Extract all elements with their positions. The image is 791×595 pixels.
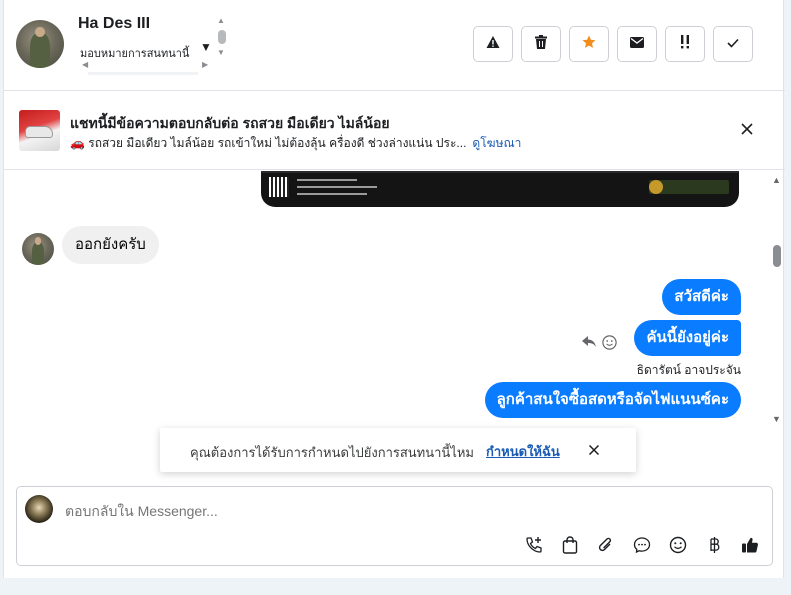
thumbs-up-icon[interactable] bbox=[738, 533, 762, 557]
sender-avatar[interactable] bbox=[22, 233, 54, 265]
chat-bubble-icon[interactable] bbox=[630, 533, 654, 557]
scroll-right-icon[interactable]: ▶ bbox=[202, 60, 208, 69]
emoji-icon[interactable] bbox=[666, 533, 690, 557]
close-icon[interactable] bbox=[588, 443, 602, 457]
mini-scrollbar-thumb[interactable] bbox=[218, 30, 226, 44]
react-emoji-icon[interactable] bbox=[602, 335, 617, 355]
thread-scroll-down-icon[interactable]: ▼ bbox=[772, 414, 781, 424]
message-composer bbox=[16, 486, 773, 566]
ad-reply-banner: แชทนี้มีข้อความตอบกลับต่อ รถสวย มือเดียว… bbox=[4, 92, 785, 170]
close-icon[interactable] bbox=[740, 122, 756, 138]
assign-prompt-text: คุณต้องการได้รับการกำหนดไปยังการสนทนานี้… bbox=[190, 445, 474, 460]
incoming-message[interactable]: ออกยังครับ bbox=[62, 226, 159, 264]
report-button[interactable] bbox=[473, 26, 513, 62]
mail-icon bbox=[630, 35, 644, 53]
follow-up-button[interactable] bbox=[665, 26, 705, 62]
warning-icon bbox=[486, 35, 500, 54]
ad-description: 🚗 รถสวย มือเดียว ไมล์น้อย รถเข้าใหม่ ไม่… bbox=[70, 134, 521, 153]
conversation-header: Ha Des III มอบหมายการสนทนานี้ ▼ ▲ ▼ ◀ ▶ bbox=[4, 0, 785, 91]
assign-to-me-link[interactable]: กำหนดให้ฉัน bbox=[486, 441, 560, 462]
paperclip-icon[interactable] bbox=[594, 533, 618, 557]
baht-icon[interactable] bbox=[702, 533, 726, 557]
page-avatar bbox=[25, 495, 53, 523]
scroll-left-icon[interactable]: ◀ bbox=[82, 60, 88, 69]
thread-scroll-up-icon[interactable]: ▲ bbox=[772, 175, 781, 185]
scroll-down-icon[interactable]: ▼ bbox=[217, 48, 225, 57]
shopping-bag-icon[interactable] bbox=[558, 533, 582, 557]
assign-prompt: คุณต้องการได้รับการกำหนดไปยังการสนทนานี้… bbox=[160, 428, 636, 472]
star-button[interactable] bbox=[569, 26, 609, 62]
ad-thumbnail[interactable] bbox=[19, 110, 60, 151]
conversation-panel: Ha Des III มอบหมายการสนทนานี้ ▼ ▲ ▼ ◀ ▶ bbox=[3, 0, 785, 578]
delete-button[interactable] bbox=[521, 26, 561, 62]
mini-scrollbar-track bbox=[88, 72, 198, 75]
done-button[interactable] bbox=[713, 26, 753, 62]
contact-name[interactable]: Ha Des III bbox=[78, 15, 150, 33]
assign-dropdown-icon[interactable]: ▼ bbox=[200, 40, 212, 54]
message-actions bbox=[582, 335, 617, 355]
star-icon bbox=[582, 35, 596, 54]
outgoing-message[interactable]: สวัสดีค่ะ bbox=[662, 279, 741, 315]
scroll-up-icon[interactable]: ▲ bbox=[217, 16, 225, 25]
check-icon bbox=[727, 35, 739, 53]
contact-avatar[interactable] bbox=[16, 20, 64, 68]
shared-image[interactable] bbox=[261, 171, 739, 207]
view-ad-link[interactable]: ดูโฆษณา bbox=[472, 136, 521, 150]
agent-name: ธิดารัตน์ อาจประจัน bbox=[636, 363, 741, 377]
outgoing-message[interactable]: คันนี้ยังอยู่ค่ะ bbox=[634, 320, 741, 356]
assign-conversation-label[interactable]: มอบหมายการสนทนานี้ bbox=[80, 44, 189, 62]
call-add-icon[interactable] bbox=[522, 533, 546, 557]
mail-button[interactable] bbox=[617, 26, 657, 62]
trash-icon bbox=[535, 34, 547, 54]
composer-toolbar bbox=[522, 533, 762, 557]
double-exclamation-icon bbox=[678, 34, 692, 54]
reply-input[interactable] bbox=[65, 501, 665, 521]
ad-description-text: 🚗 รถสวย มือเดียว ไมล์น้อย รถเข้าใหม่ ไม่… bbox=[70, 136, 467, 150]
outgoing-message[interactable]: ลูกค้าสนใจซื้อสดหรือจัดไฟแนนซ์คะ bbox=[484, 382, 741, 418]
thread-scrollbar-thumb[interactable] bbox=[773, 245, 781, 267]
ad-title: แชทนี้มีข้อความตอบกลับต่อ รถสวย มือเดียว… bbox=[70, 115, 390, 131]
reply-icon[interactable] bbox=[582, 335, 596, 355]
